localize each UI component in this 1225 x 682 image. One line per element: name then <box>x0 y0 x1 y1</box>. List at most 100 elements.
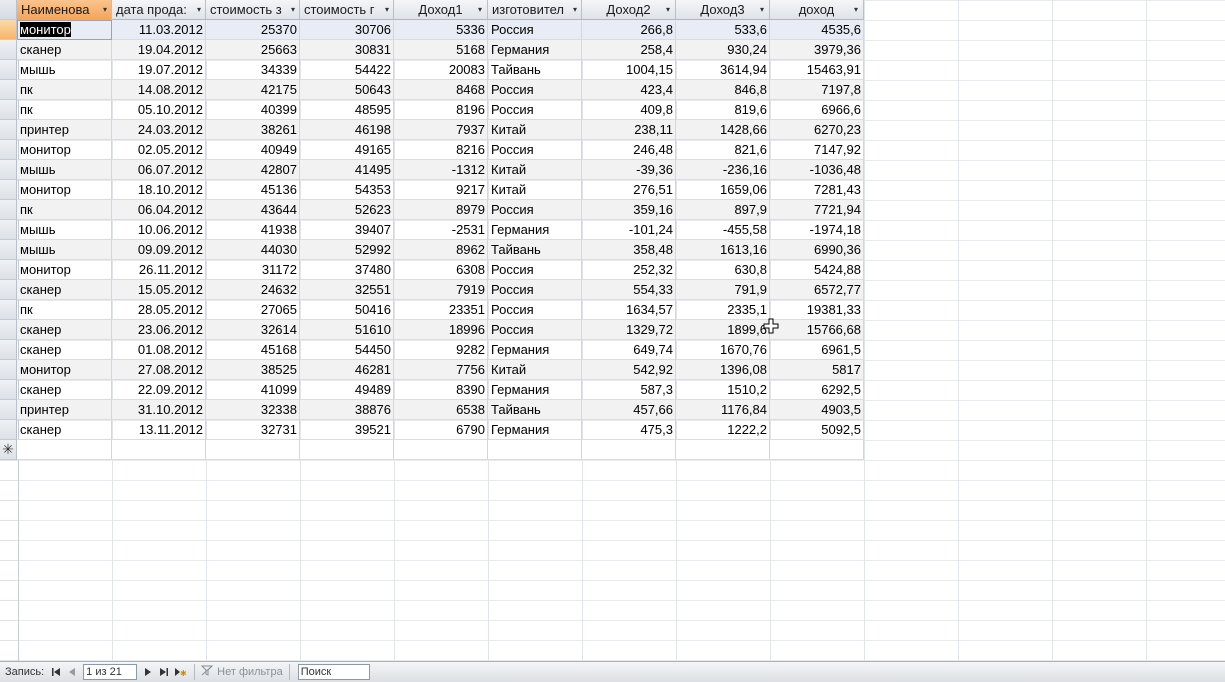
table-cell[interactable]: Россия <box>488 100 582 120</box>
chevron-down-icon[interactable]: ▾ <box>291 0 295 19</box>
table-row[interactable]: мышь 09.09.2012 44030 52992 8962 Тайвань 358,4… <box>0 240 865 260</box>
table-cell[interactable]: 25663 <box>206 40 300 60</box>
table-cell[interactable]: -455,58 <box>676 220 770 240</box>
table-cell[interactable]: 24.03.2012 <box>112 120 206 140</box>
table-cell[interactable]: 1670,76 <box>676 340 770 360</box>
table-row[interactable]: монитор 26.11.2012 31172 37480 6308 Россия 252… <box>0 260 865 280</box>
table-cell[interactable]: 1329,72 <box>582 320 676 340</box>
record-selector[interactable] <box>0 160 17 180</box>
table-cell[interactable]: 7197,8 <box>770 80 864 100</box>
table-cell[interactable]: 05.10.2012 <box>112 100 206 120</box>
table-cell[interactable]: 1396,08 <box>676 360 770 380</box>
record-selector[interactable] <box>0 180 17 200</box>
table-cell[interactable]: 1899,6 <box>676 320 770 340</box>
record-selector[interactable] <box>0 420 17 440</box>
table-cell[interactable]: 06.04.2012 <box>112 200 206 220</box>
table-row[interactable]: сканер 23.06.2012 32614 51610 18996 Россия 132… <box>0 320 865 340</box>
table-cell[interactable]: 1634,57 <box>582 300 676 320</box>
table-cell[interactable]: -1974,18 <box>770 220 864 240</box>
table-cell[interactable]: Россия <box>488 80 582 100</box>
table-cell[interactable]: 40399 <box>206 100 300 120</box>
record-selector[interactable] <box>0 340 17 360</box>
table-cell[interactable] <box>582 440 676 460</box>
table-cell[interactable]: 20083 <box>394 60 488 80</box>
record-selector[interactable] <box>0 200 17 220</box>
table-cell[interactable]: Тайвань <box>488 400 582 420</box>
table-cell[interactable] <box>17 440 112 460</box>
table-cell[interactable] <box>676 440 770 460</box>
table-cell[interactable]: -1036,48 <box>770 160 864 180</box>
table-cell[interactable]: 50643 <box>300 80 394 100</box>
table-cell[interactable] <box>394 440 488 460</box>
table-cell[interactable]: 276,51 <box>582 180 676 200</box>
table-cell[interactable]: принтер <box>17 400 112 420</box>
table-cell[interactable]: 51610 <box>300 320 394 340</box>
table-cell[interactable]: 41099 <box>206 380 300 400</box>
table-cell[interactable]: пк <box>17 80 112 100</box>
table-cell[interactable]: 30706 <box>300 20 394 40</box>
table-cell[interactable]: 2335,1 <box>676 300 770 320</box>
table-cell[interactable]: 31172 <box>206 260 300 280</box>
first-record-icon[interactable] <box>48 664 64 680</box>
table-cell[interactable]: 6961,5 <box>770 340 864 360</box>
table-cell[interactable]: Китай <box>488 120 582 140</box>
table-cell[interactable]: 32731 <box>206 420 300 440</box>
table-cell[interactable]: 38261 <box>206 120 300 140</box>
table-cell[interactable]: 15463,91 <box>770 60 864 80</box>
table-row[interactable]: пк 28.05.2012 27065 50416 23351 Россия 1634,57… <box>0 300 865 320</box>
table-row[interactable]: монитор 27.08.2012 38525 46281 7756 Китай 542,… <box>0 360 865 380</box>
table-cell[interactable]: 39407 <box>300 220 394 240</box>
table-cell[interactable]: 54353 <box>300 180 394 200</box>
table-cell[interactable]: монитор <box>17 260 112 280</box>
table-row[interactable]: мышь 06.07.2012 42807 41495 -1312 Китай -39,36… <box>0 160 865 180</box>
table-cell[interactable]: 5424,88 <box>770 260 864 280</box>
table-cell[interactable]: 32614 <box>206 320 300 340</box>
table-cell[interactable]: 54450 <box>300 340 394 360</box>
table-cell[interactable]: 649,74 <box>582 340 676 360</box>
table-cell[interactable]: Россия <box>488 320 582 340</box>
chevron-down-icon[interactable]: ▾ <box>385 0 389 19</box>
table-cell[interactable]: 5336 <box>394 20 488 40</box>
table-cell[interactable]: 359,16 <box>582 200 676 220</box>
table-cell[interactable]: 1222,2 <box>676 420 770 440</box>
table-row[interactable]: сканер 15.05.2012 24632 32551 7919 Россия 554,… <box>0 280 865 300</box>
table-cell[interactable]: 457,66 <box>582 400 676 420</box>
record-selector[interactable] <box>0 80 17 100</box>
record-selector[interactable] <box>0 400 17 420</box>
table-cell[interactable]: 26.11.2012 <box>112 260 206 280</box>
table-cell[interactable]: 4535,6 <box>770 20 864 40</box>
table-cell[interactable]: Китай <box>488 180 582 200</box>
table-cell[interactable]: 475,3 <box>582 420 676 440</box>
table-cell[interactable] <box>300 440 394 460</box>
column-header[interactable]: Наименова ▾ <box>17 0 112 20</box>
record-selector[interactable] <box>0 260 17 280</box>
table-row[interactable]: монитор 02.05.2012 40949 49165 8216 Россия 246… <box>0 140 865 160</box>
table-cell[interactable]: 28.05.2012 <box>112 300 206 320</box>
table-cell[interactable]: сканер <box>17 420 112 440</box>
table-cell[interactable]: 791,9 <box>676 280 770 300</box>
table-cell[interactable]: 42175 <box>206 80 300 100</box>
table-cell[interactable]: Китай <box>488 360 582 380</box>
table-cell[interactable]: 8390 <box>394 380 488 400</box>
table-cell[interactable]: -39,36 <box>582 160 676 180</box>
column-header[interactable]: доход ▾ <box>770 0 864 20</box>
table-cell[interactable]: Германия <box>488 420 582 440</box>
table-cell[interactable]: 38525 <box>206 360 300 380</box>
table-cell[interactable]: мышь <box>17 160 112 180</box>
table-cell[interactable]: 6292,5 <box>770 380 864 400</box>
table-cell[interactable]: 252,32 <box>582 260 676 280</box>
table-cell[interactable]: монитор <box>17 360 112 380</box>
table-cell[interactable]: 15.05.2012 <box>112 280 206 300</box>
table-row[interactable]: принтер 31.10.2012 32338 38876 6538 Тайвань 45… <box>0 400 865 420</box>
new-record-icon[interactable]: ✱ <box>172 664 188 680</box>
new-record-row[interactable]: ✳ <box>0 440 865 460</box>
table-cell[interactable]: 38876 <box>300 400 394 420</box>
chevron-down-icon[interactable]: ▾ <box>760 0 764 19</box>
table-cell[interactable]: 39521 <box>300 420 394 440</box>
table-cell[interactable]: 846,8 <box>676 80 770 100</box>
filter-toggle[interactable]: Нет фильтра <box>200 665 283 679</box>
column-header[interactable]: Доход3 ▾ <box>676 0 770 20</box>
table-cell[interactable]: 52623 <box>300 200 394 220</box>
table-cell[interactable]: 6308 <box>394 260 488 280</box>
next-record-icon[interactable] <box>140 664 156 680</box>
